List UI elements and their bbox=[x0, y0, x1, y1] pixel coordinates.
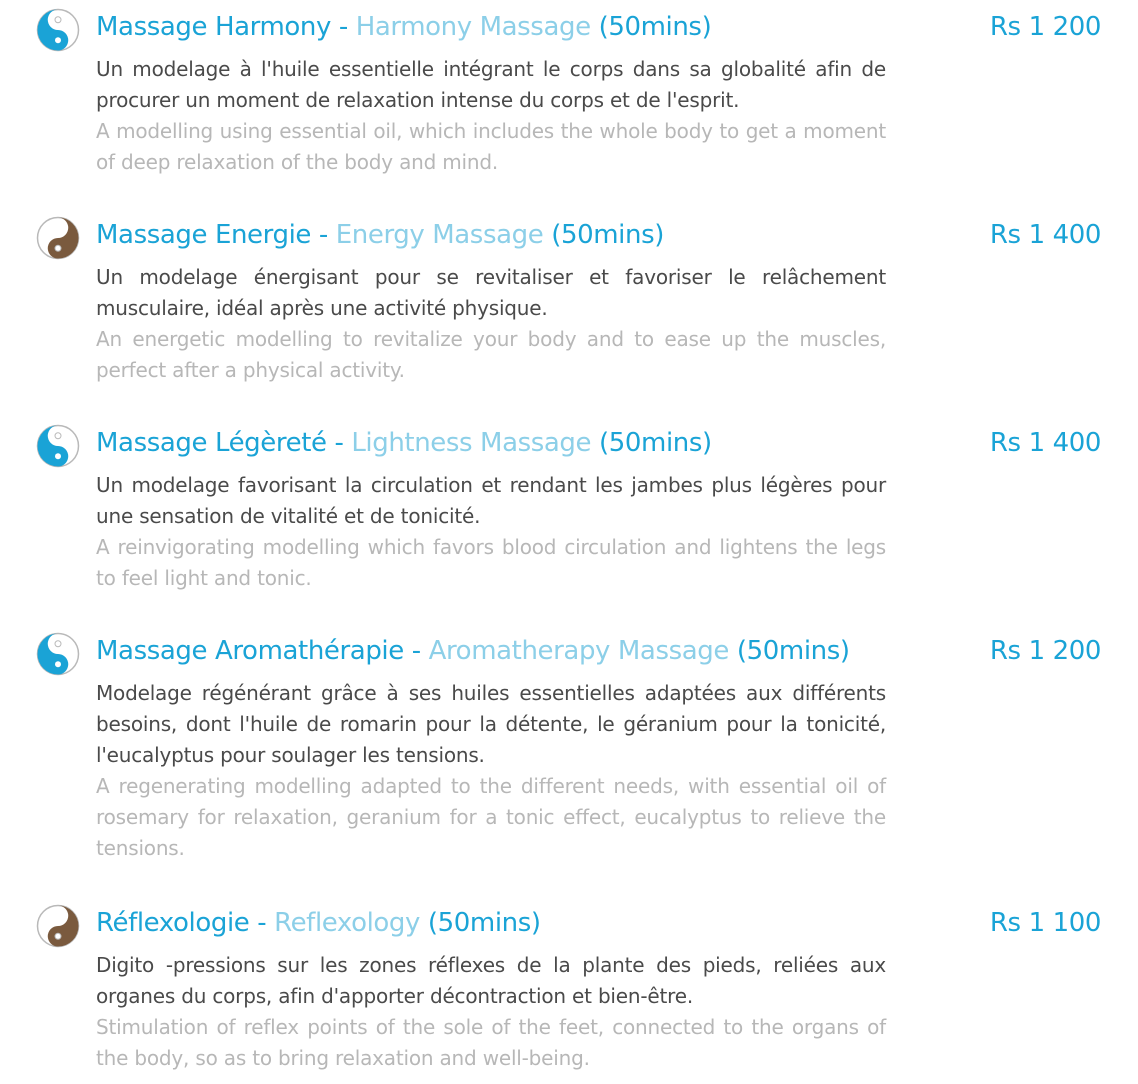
description-fr: Digito -pressions sur les zones réflexes… bbox=[96, 953, 886, 1008]
description-en: Stimulation of reflex points of the sole… bbox=[96, 1015, 886, 1070]
title-separator: - bbox=[334, 428, 344, 458]
title-separator: - bbox=[338, 12, 348, 42]
duration: (50mins) bbox=[599, 428, 712, 458]
price: Rs 1 200 bbox=[989, 636, 1102, 666]
title-en: Reflexology bbox=[274, 908, 421, 938]
description-en: A reinvigorating modelling which favors … bbox=[96, 535, 886, 590]
yin-yang-blue-icon bbox=[36, 632, 80, 676]
yin-yang-brown-icon bbox=[36, 904, 80, 948]
service-title: Massage Aromathérapie - Aromatherapy Mas… bbox=[96, 634, 850, 668]
description-fr: Un modelage à l'huile essentielle intégr… bbox=[96, 57, 886, 112]
title-en: Energy Massage bbox=[335, 220, 544, 250]
price: Rs 1 400 bbox=[989, 428, 1102, 458]
yin-yang-blue-icon bbox=[36, 8, 80, 52]
title-en: Aromatherapy Massage bbox=[428, 636, 730, 666]
price: Rs 1 400 bbox=[989, 220, 1102, 250]
service-title: Massage Energie - Energy Massage (50mins… bbox=[96, 218, 664, 252]
description-fr: Modelage régénérant grâce à ses huiles e… bbox=[96, 681, 886, 767]
service-title: Massage Légèreté - Lightness Massage (50… bbox=[96, 426, 712, 460]
title-fr: Massage Harmony bbox=[96, 12, 331, 42]
title-fr: Massage Légèreté bbox=[96, 428, 327, 458]
description-en: An energetic modelling to revitalize you… bbox=[96, 327, 886, 382]
duration: (50mins) bbox=[598, 12, 712, 42]
description-fr: Un modelage énergisant pour se revitalis… bbox=[96, 265, 886, 320]
yin-yang-blue-icon bbox=[36, 424, 80, 468]
title-fr: Réflexologie bbox=[96, 908, 250, 938]
duration: (50mins) bbox=[551, 220, 664, 250]
description-en: A modelling using essential oil, which i… bbox=[96, 119, 886, 174]
yin-yang-brown-icon bbox=[36, 216, 80, 260]
title-separator: - bbox=[318, 220, 328, 250]
title-separator: - bbox=[411, 636, 421, 666]
description-fr: Un modelage favorisant la circulation et… bbox=[96, 473, 886, 528]
title-fr: Massage Aromathérapie bbox=[96, 636, 404, 666]
title-fr: Massage Energie bbox=[96, 220, 312, 250]
description-en: A regenerating modelling adapted to the … bbox=[96, 774, 886, 860]
price: Rs 1 200 bbox=[989, 12, 1102, 42]
duration: (50mins) bbox=[427, 908, 541, 938]
price: Rs 1 100 bbox=[989, 908, 1102, 938]
title-en: Harmony Massage bbox=[355, 12, 591, 42]
service-title: Réflexologie - Reflexology (50mins) bbox=[96, 906, 541, 940]
duration: (50mins) bbox=[736, 636, 850, 666]
service-title: Massage Harmony - Harmony Massage (50min… bbox=[96, 10, 712, 44]
title-separator: - bbox=[257, 908, 267, 938]
title-en: Lightness Massage bbox=[351, 428, 592, 458]
